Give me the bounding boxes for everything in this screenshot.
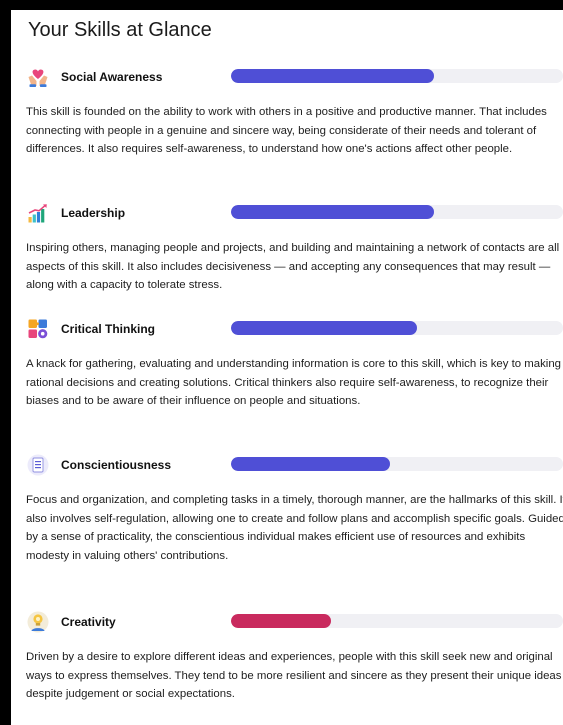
- skill-name: Critical Thinking: [61, 322, 156, 336]
- skill-name: Social Awareness: [61, 70, 163, 84]
- skill-level-fill: [231, 69, 434, 83]
- page-title: Your Skills at Glance: [28, 19, 212, 41]
- skill-level-fill: [231, 321, 417, 335]
- puzzle-gear-icon: [27, 318, 49, 340]
- skill-level-bar: [231, 614, 563, 628]
- skill-header: Critical Thinking: [27, 318, 563, 340]
- lightbulb-person-icon: [27, 611, 49, 633]
- skills-panel: Your Skills at Glance Social Awareness T…: [11, 10, 563, 725]
- skill-level-fill: [231, 205, 434, 219]
- skill-name: Leadership: [61, 206, 126, 220]
- skill-level-bar: [231, 321, 563, 335]
- skill-description: Driven by a desire to explore different …: [26, 651, 562, 700]
- skill-header: Conscientiousness: [27, 454, 563, 476]
- skill-header: Social Awareness: [27, 66, 563, 88]
- skill-level-bar: [231, 69, 563, 83]
- skill-header: Leadership: [27, 202, 563, 224]
- skill-description: A knack for gathering, evaluating and un…: [26, 358, 562, 407]
- skill-level-fill: [231, 614, 331, 628]
- skill-level-bar: [231, 205, 563, 219]
- skill-header: Creativity: [27, 611, 563, 633]
- skill-description: Inspiring others, managing people and pr…: [26, 242, 560, 291]
- skill-level-bar: [231, 457, 563, 471]
- skill-description: Focus and organization, and completing t…: [26, 494, 563, 562]
- checklist-icon: [27, 454, 49, 476]
- heart-hands-icon: [27, 66, 49, 88]
- skill-description: This skill is founded on the ability to …: [26, 106, 547, 155]
- skill-name: Creativity: [61, 615, 116, 629]
- skill-name: Conscientiousness: [61, 458, 172, 472]
- growth-chart-icon: [27, 202, 49, 224]
- skill-level-fill: [231, 457, 391, 471]
